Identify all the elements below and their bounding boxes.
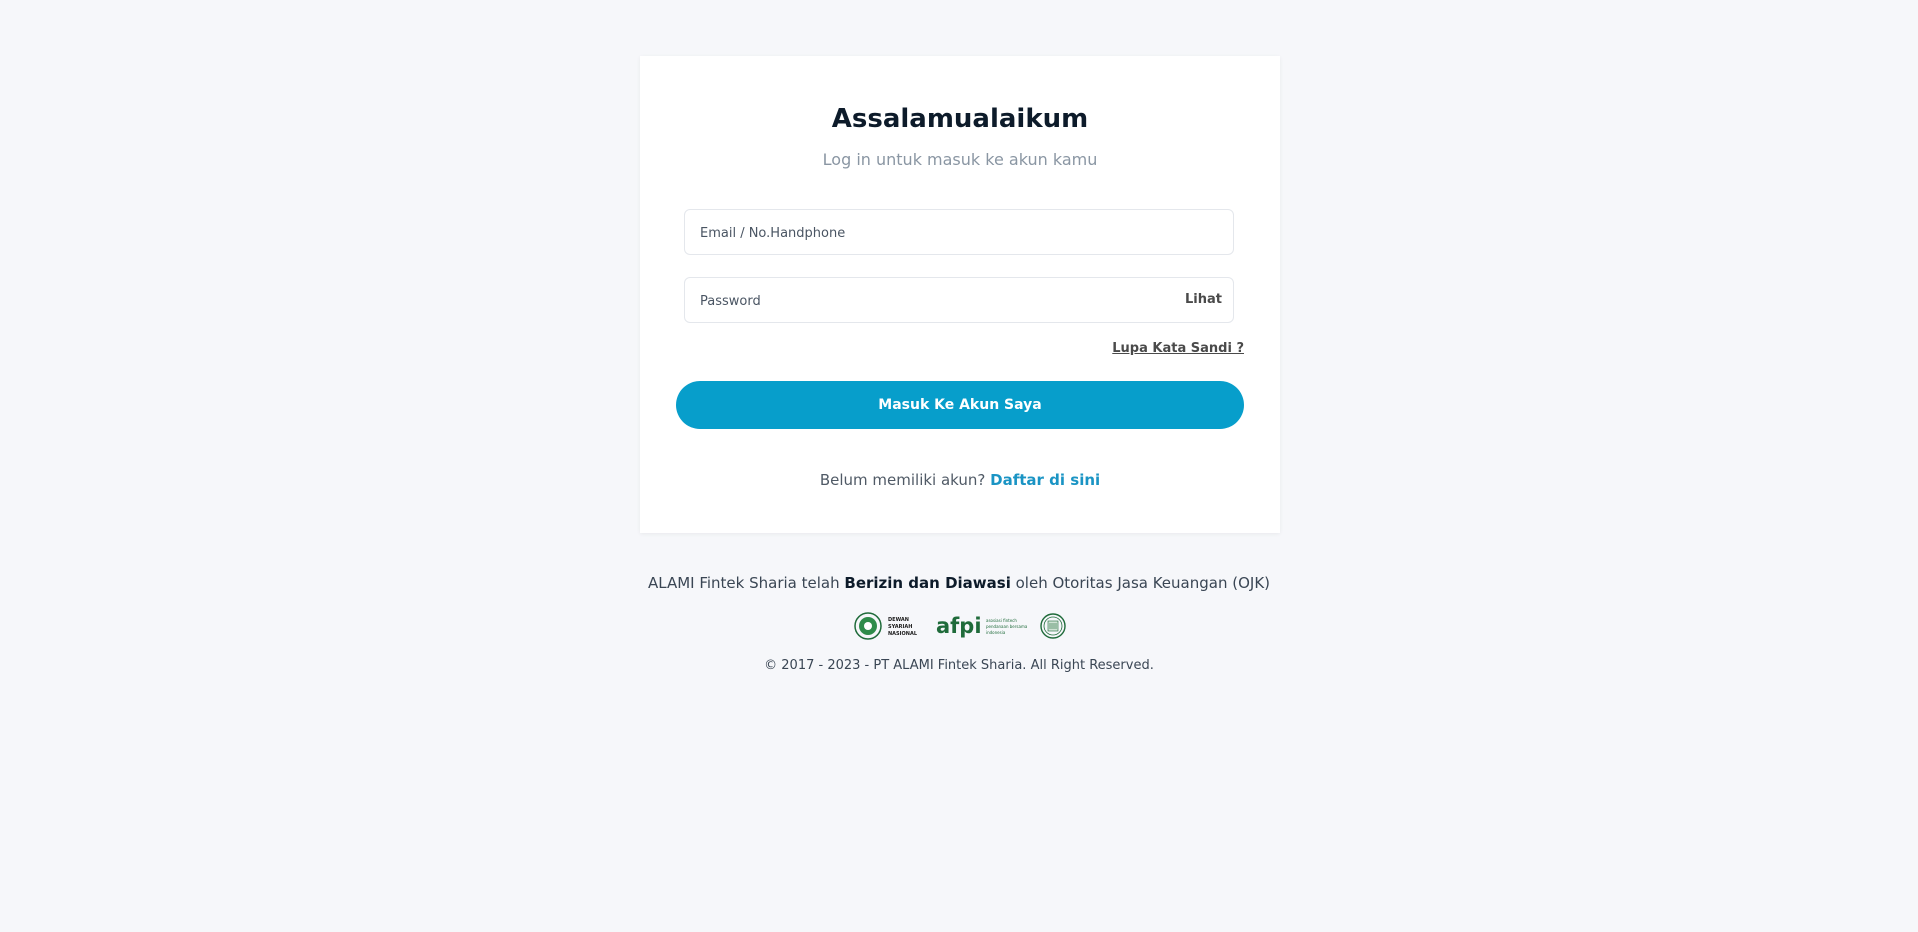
password-input[interactable] (698, 278, 1172, 324)
dsn-line-1: DEWAN (888, 617, 909, 623)
login-button[interactable]: Masuk Ke Akun Saya (676, 381, 1244, 429)
regulation-suffix: oleh Otoritas Jasa Keuangan (OJK) (1015, 574, 1271, 592)
copyright-text: © 2017 - 2023 - PT ALAMI Fintek Sharia. … (764, 658, 1154, 673)
page-subtitle: Log in untuk masuk ke akun kamu (822, 150, 1098, 169)
dsn-line-2: SYARIAH (888, 624, 912, 630)
regulation-prefix: ALAMI Fintek Sharia telah (647, 574, 840, 592)
register-prompt-text: Belum memiliki akun? (819, 471, 986, 489)
dsn-mui-logo: DEWAN SYARIAH NASIONAL (854, 612, 918, 640)
email-field-wrapper (684, 209, 1234, 256)
certification-logos: DEWAN SYARIAH NASIONAL afpi asosiasi fin… (850, 610, 1070, 642)
dsn-line-3: NASIONAL (888, 631, 918, 637)
forgot-password-link[interactable]: Lupa Kata Sandi ? (1112, 341, 1244, 356)
afpi-tagline-2: pendanaan bersama (986, 624, 1028, 629)
afpi-logo: afpi asosiasi fintech pendanaan bersama … (936, 614, 1028, 638)
regulation-statement: ALAMI Fintek Sharia telah Berizin dan Di… (0, 574, 1918, 592)
register-link[interactable]: Daftar di sini (990, 471, 1100, 489)
ojk-seal-logo (1040, 613, 1066, 639)
afpi-wordmark: afpi (936, 614, 982, 638)
show-password-toggle[interactable]: Lihat (1185, 292, 1222, 307)
page-title: Assalamualaikum (831, 104, 1089, 134)
password-field-wrapper: Lihat (684, 277, 1234, 324)
regulation-bold: Berizin dan Diawasi (844, 574, 1011, 592)
login-card: Assalamualaikum Log in untuk masuk ke ak… (640, 56, 1280, 533)
register-prompt: Belum memiliki akun? Daftar di sini (640, 471, 1280, 489)
afpi-tagline-1: asosiasi fintech (986, 618, 1017, 623)
email-input[interactable] (698, 210, 1172, 256)
afpi-tagline-3: indonesia (986, 630, 1006, 635)
